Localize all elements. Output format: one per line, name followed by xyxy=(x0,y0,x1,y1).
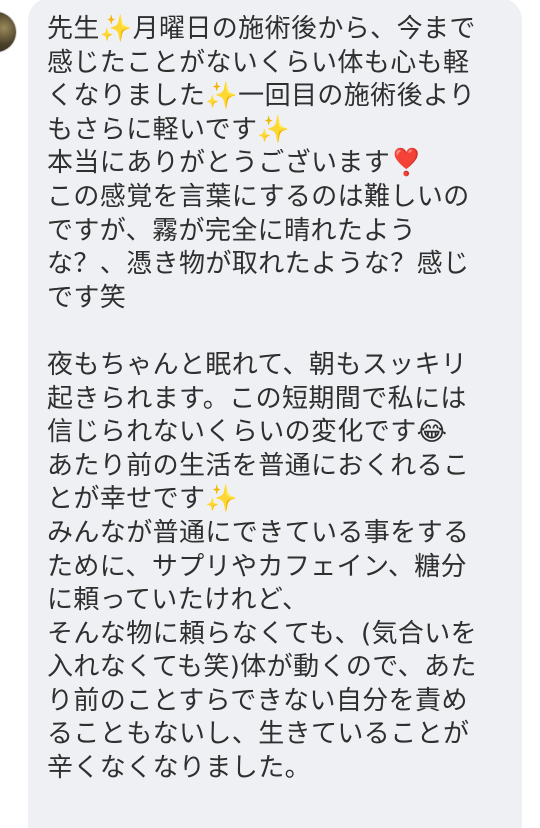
message-line: あたり前の生活を普通におくれるこ xyxy=(47,450,470,481)
message-line: 起きられます。この短期間で私には xyxy=(47,383,467,414)
message-line: とが幸せです✨ xyxy=(47,484,239,515)
message-line: 本当にありがとうございます❣️ xyxy=(47,148,423,179)
message-line: です笑 xyxy=(47,282,127,313)
message-line: り前のことすらできない自分を責め xyxy=(47,685,468,716)
message-line: 入れなくても笑)体が動くので、あた xyxy=(47,652,477,683)
message-line: もさらに軽いです✨ xyxy=(47,114,291,145)
message-line: そんな物に頼らなくても、(気合いを xyxy=(47,618,478,649)
chat-screen: 先生✨月曜日の施術後から、今まで 感じたことがないくらい体も心も軽 くなりました… xyxy=(0,0,540,828)
message-line: 夜もちゃんと眠れて、朝もスッキリ xyxy=(47,349,468,380)
message-line: に頼っていたけれど、 xyxy=(47,585,309,616)
message-bubble[interactable]: 先生✨月曜日の施術後から、今まで 感じたことがないくらい体も心も軽 くなりました… xyxy=(28,0,522,828)
message-line: 感じたことがないくらい体も心も軽 xyxy=(47,47,470,78)
message-line: 辛くなくなりました。 xyxy=(47,753,312,784)
message-line: な？、憑き物が取れたような？感じ xyxy=(47,249,470,280)
message-line: この感覚を言葉にするのは難しいの xyxy=(47,181,470,212)
message-line: くなりました✨一回目の施術後より xyxy=(47,81,476,112)
sender-avatar[interactable] xyxy=(0,12,16,52)
message-line: みんなが普通にできている事をする xyxy=(47,517,470,548)
message-line: ですが、霧が完全に晴れたよう xyxy=(47,215,417,246)
message-line: 先生✨月曜日の施術後から、今まで xyxy=(47,14,476,44)
message-line: ために、サプリやカフェイン、糖分 xyxy=(47,551,468,582)
message-line: ることもないし、生きていることが xyxy=(47,719,470,750)
message-line: 信じられないくらいの変化です😂 xyxy=(47,417,448,448)
